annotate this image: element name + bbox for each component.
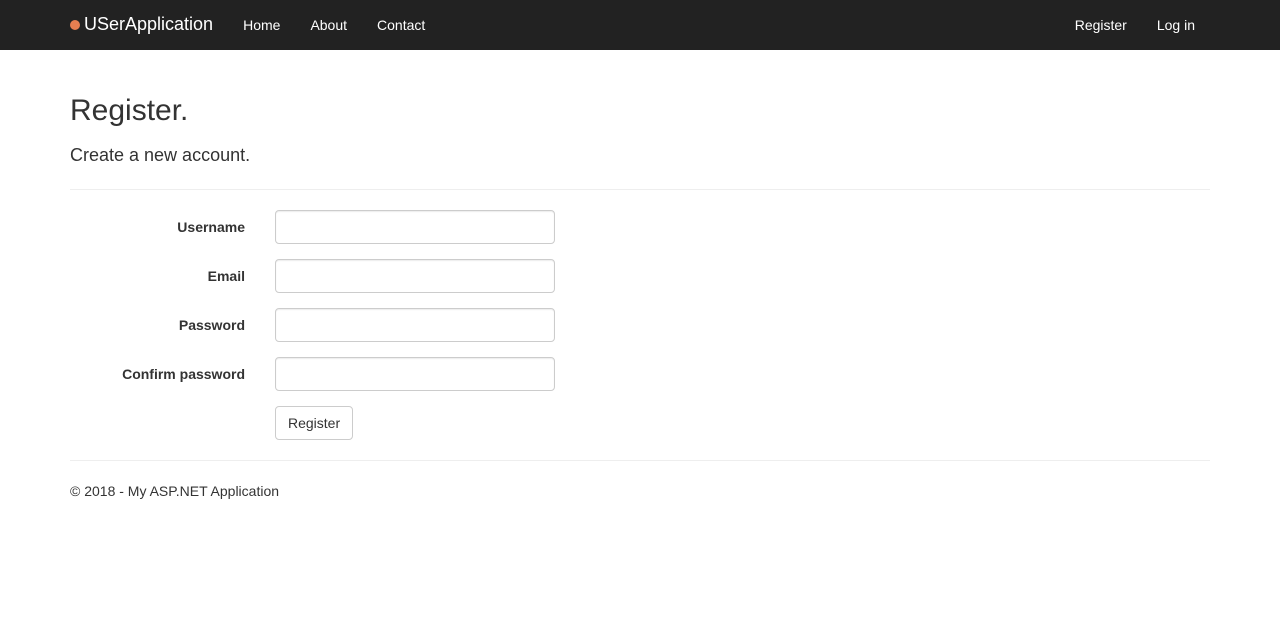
password-label: Password	[70, 308, 260, 342]
confirm-password-label: Confirm password	[70, 357, 260, 391]
brand-text: USerApplication	[84, 12, 213, 38]
brand-dot-icon	[70, 20, 80, 30]
nav-about-link[interactable]: About	[295, 0, 362, 50]
footer: © 2018 - My ASP.NET Application	[70, 481, 1210, 501]
username-label: Username	[70, 210, 260, 244]
divider	[70, 189, 1210, 190]
password-input[interactable]	[275, 308, 555, 342]
nav-contact-link[interactable]: Contact	[362, 0, 440, 50]
email-label: Email	[70, 259, 260, 293]
nav-register-link[interactable]: Register	[1060, 0, 1142, 50]
register-form: Username Email Password Confirm password	[70, 210, 1210, 440]
nav-login-link[interactable]: Log in	[1142, 0, 1210, 50]
register-button[interactable]: Register	[275, 406, 353, 440]
confirm-password-input[interactable]	[275, 357, 555, 391]
page-title: Register.	[70, 90, 1210, 133]
page-subtitle: Create a new account.	[70, 143, 1210, 169]
divider-bottom	[70, 460, 1210, 461]
brand-link[interactable]: USerApplication	[70, 0, 228, 53]
navbar: USerApplication Home About Contact Regis…	[0, 0, 1280, 50]
nav-home-link[interactable]: Home	[228, 0, 295, 50]
footer-text: © 2018 - My ASP.NET Application	[70, 481, 1210, 501]
email-input[interactable]	[275, 259, 555, 293]
username-input[interactable]	[275, 210, 555, 244]
